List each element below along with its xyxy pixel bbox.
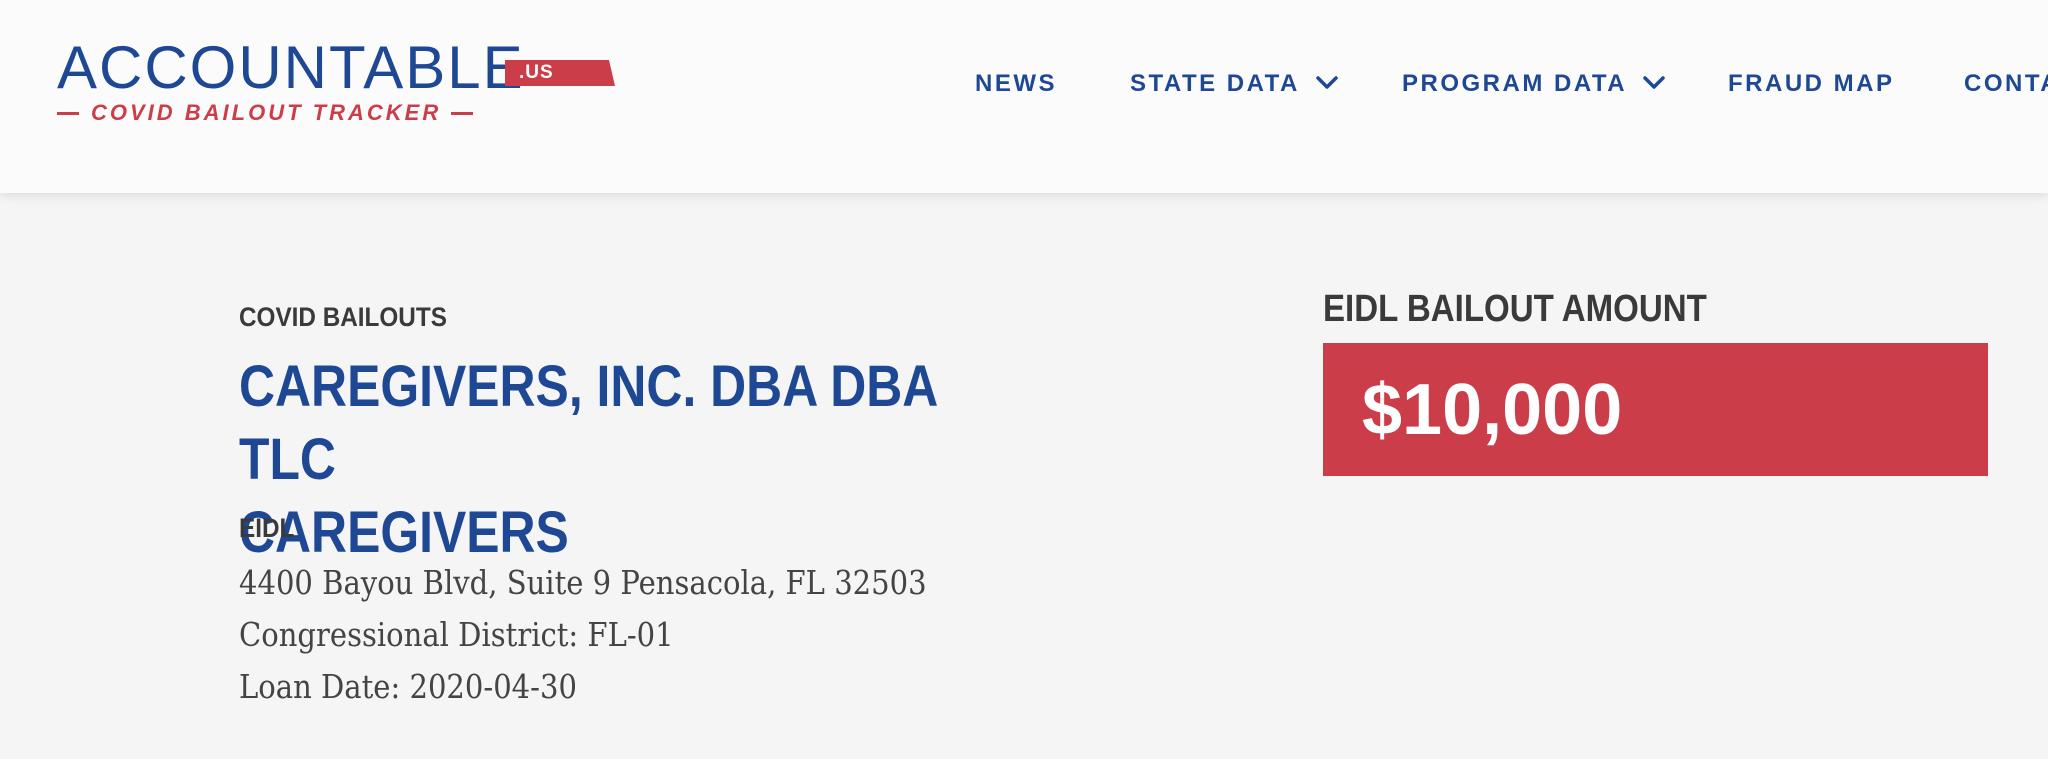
nav-news[interactable]: NEWS [975,64,1057,104]
site-header: ACCOUNTABLE .US COVID BAILOUT TRACKER NE… [0,0,2048,193]
page-title: CAREGIVERS, INC. DBA DBA TLC CAREGIVERS [239,350,1013,569]
logo-dash-right [451,111,474,115]
nav-news-label: NEWS [975,70,1057,97]
address-text: 4400 Bayou Blvd, Suite 9 Pensacola, FL 3… [239,563,927,602]
chevron-down-icon [1643,75,1666,89]
loan-date-text: Loan Date: 2020-04-30 [239,667,577,706]
amount-label: EIDL BAILOUT AMOUNT [1323,288,1707,330]
nav-fraud-map-label: FRAUD MAP [1728,70,1895,97]
logo-dash-left [57,111,79,115]
chevron-down-icon [1316,75,1338,89]
main-content: COVID BAILOUTS CAREGIVERS, INC. DBA DBA … [0,193,2048,759]
logo-wordmark: ACCOUNTABLE [57,34,525,101]
nav-state-data-label: STATE DATA [1130,70,1299,97]
nav-program-data-label: PROGRAM DATA [1402,70,1627,97]
nav-contact-label: CONTA [1964,70,2048,97]
nav-program-data[interactable]: PROGRAM DATA [1402,64,1666,104]
logo-tld: .US [519,62,554,83]
nav-fraud-map[interactable]: FRAUD MAP [1728,64,1895,104]
nav-state-data[interactable]: STATE DATA [1130,64,1338,104]
title-line-1: CAREGIVERS, INC. DBA DBA TLC [239,354,937,492]
district-text: Congressional District: FL-01 [239,615,674,654]
amount-value: $10,000 [1362,370,1623,450]
section-eyebrow: COVID BAILOUTS [239,302,447,332]
nav-contact[interactable]: CONTA [1964,64,2048,104]
logo-tagline-row: COVID BAILOUT TRACKER [57,98,507,128]
program-label: EIDL [239,513,295,543]
amount-box: $10,000 [1323,343,1988,476]
logo-tagline: COVID BAILOUT TRACKER [91,100,442,125]
site-logo[interactable]: ACCOUNTABLE .US COVID BAILOUT TRACKER [57,34,615,128]
